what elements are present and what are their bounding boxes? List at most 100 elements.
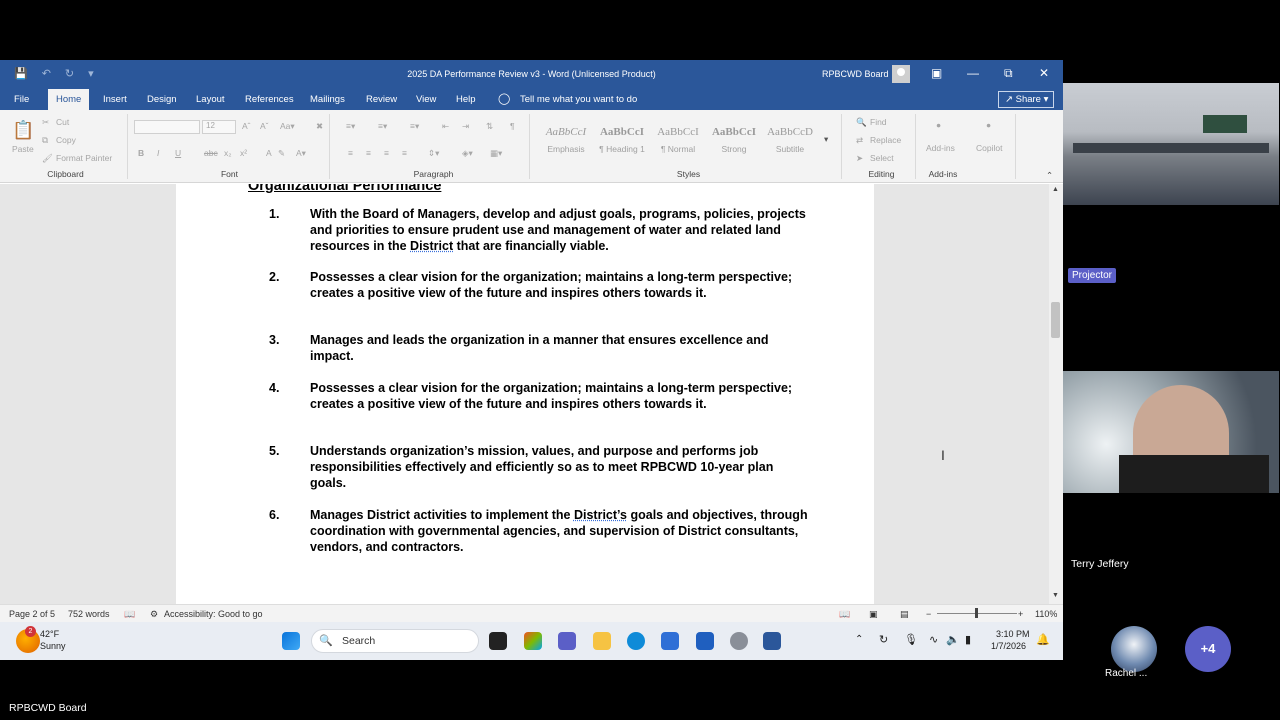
style-heading-1[interactable]: AaBbCcI ¶ Heading 1: [594, 122, 650, 162]
battery-icon[interactable]: ▮: [965, 633, 971, 646]
style-strong[interactable]: AaBbCcI Strong: [706, 122, 762, 162]
decrease-indent-icon[interactable]: ⇤: [442, 121, 449, 132]
proofing-icon[interactable]: 📖: [124, 609, 135, 620]
bold-icon[interactable]: B: [138, 148, 144, 158]
show-marks-icon[interactable]: ¶: [510, 121, 515, 131]
style-subtitle[interactable]: AaBbCcD Subtitle: [762, 122, 818, 162]
align-left-icon[interactable]: ≡: [348, 148, 353, 158]
file-explorer-icon[interactable]: [593, 632, 611, 650]
participant-avatar[interactable]: [1111, 626, 1157, 672]
zoom-slider-thumb[interactable]: [975, 608, 978, 618]
tab-view[interactable]: View: [416, 94, 436, 105]
superscript-icon[interactable]: x²: [240, 148, 247, 158]
accessibility-status[interactable]: Accessibility: Good to go: [164, 609, 263, 619]
edge-icon[interactable]: [627, 632, 645, 650]
zoom-out-icon[interactable]: −: [926, 609, 931, 619]
clock-date[interactable]: 1/7/2026: [991, 641, 1026, 651]
shading-icon[interactable]: ◈▾: [462, 148, 473, 159]
styles-more-icon[interactable]: ▾: [824, 134, 828, 145]
numbering-icon[interactable]: ≡▾: [378, 121, 387, 132]
notifications-icon[interactable]: 🔔: [1036, 633, 1050, 646]
cut-button[interactable]: Cut: [56, 117, 69, 127]
web-layout-icon[interactable]: ▤: [900, 609, 909, 620]
copilot-app-icon[interactable]: [524, 632, 542, 650]
store-icon[interactable]: [661, 632, 679, 650]
read-mode-icon[interactable]: 📖: [839, 609, 850, 620]
tab-home[interactable]: Home: [48, 89, 90, 110]
paste-icon[interactable]: 📋: [12, 120, 34, 141]
paste-button[interactable]: Paste: [12, 144, 34, 154]
scroll-thumb[interactable]: [1051, 302, 1060, 338]
restore-icon[interactable]: ⧉: [1004, 66, 1013, 81]
collapse-ribbon-icon[interactable]: ⌃: [1046, 170, 1053, 181]
document-area[interactable]: Organizational Performance 1. With the B…: [0, 184, 1049, 604]
print-layout-icon[interactable]: ▣: [869, 609, 878, 620]
whiteboard-icon[interactable]: [696, 632, 714, 650]
clock-time[interactable]: 3:10 PM: [996, 629, 1030, 639]
tab-insert[interactable]: Insert: [103, 94, 127, 105]
scroll-down-icon[interactable]: ▼: [1052, 592, 1059, 599]
weather-desc[interactable]: Sunny: [40, 641, 66, 651]
microphone-muted-icon[interactable]: 🎙: [904, 633, 918, 646]
chevron-up-icon[interactable]: ⌃: [855, 634, 863, 645]
speaker-icon[interactable]: 🔈: [946, 633, 960, 646]
justify-icon[interactable]: ≡: [402, 148, 407, 158]
teams-icon[interactable]: [558, 632, 576, 650]
task-view-icon[interactable]: [489, 632, 507, 650]
zoom-in-icon[interactable]: +: [1018, 609, 1023, 619]
find-icon[interactable]: 🔍: [856, 117, 867, 128]
video-tile-terry[interactable]: [1063, 371, 1279, 493]
close-icon[interactable]: ✕: [1039, 66, 1049, 80]
minimize-icon[interactable]: —: [967, 66, 979, 80]
tab-help[interactable]: Help: [456, 94, 476, 105]
word-count[interactable]: 752 words: [68, 609, 110, 619]
more-participants-button[interactable]: +4: [1185, 626, 1231, 672]
borders-icon[interactable]: ▦▾: [490, 148, 502, 159]
tab-file[interactable]: File: [14, 94, 29, 105]
tab-review[interactable]: Review: [366, 94, 397, 105]
word-app-icon[interactable]: [763, 632, 781, 650]
tab-mailings[interactable]: Mailings: [310, 94, 345, 105]
settings-icon[interactable]: [730, 632, 748, 650]
underline-icon[interactable]: U: [175, 148, 181, 158]
copilot-icon[interactable]: ●: [986, 120, 991, 130]
text-effects-icon[interactable]: A: [266, 148, 272, 158]
font-color-icon[interactable]: A▾: [296, 148, 306, 159]
vertical-scrollbar[interactable]: ▲ ▼: [1049, 184, 1063, 604]
tell-me-search[interactable]: Tell me what you want to do: [520, 94, 637, 105]
scroll-up-icon[interactable]: ▲: [1052, 186, 1059, 193]
video-tile-projector[interactable]: [1063, 83, 1279, 205]
ribbon-display-icon[interactable]: ▣: [931, 66, 942, 80]
copy-button[interactable]: Copy: [56, 135, 76, 145]
highlight-icon[interactable]: ✎: [278, 148, 285, 159]
strikethrough-icon[interactable]: abc: [204, 148, 218, 158]
style-emphasis[interactable]: AaBbCcI Emphasis: [538, 122, 594, 162]
page-count[interactable]: Page 2 of 5: [9, 609, 55, 619]
shrink-font-icon[interactable]: Aˇ: [260, 121, 269, 131]
addins-icon[interactable]: ●: [936, 120, 941, 130]
font-size-box[interactable]: 12: [202, 120, 236, 134]
select-button[interactable]: Select: [870, 153, 894, 163]
tab-design[interactable]: Design: [147, 94, 177, 105]
change-case-icon[interactable]: Aa▾: [280, 121, 295, 132]
tab-layout[interactable]: Layout: [196, 94, 225, 105]
line-spacing-icon[interactable]: ⇕▾: [428, 148, 439, 159]
account-avatar[interactable]: [892, 65, 910, 83]
copy-icon[interactable]: ⧉: [42, 135, 48, 146]
format-painter-button[interactable]: Format Painter: [56, 153, 112, 163]
format-painter-icon[interactable]: 🖌: [42, 153, 53, 164]
italic-icon[interactable]: I: [157, 148, 159, 158]
account-name[interactable]: RPBCWD Board: [822, 69, 889, 79]
tab-references[interactable]: References: [245, 94, 294, 105]
wifi-icon[interactable]: ∿: [929, 633, 938, 646]
flagged-word[interactable]: District: [410, 239, 453, 253]
taskbar-search[interactable]: Search: [311, 629, 479, 653]
replace-icon[interactable]: ⇄: [856, 135, 863, 146]
weather-temp[interactable]: 42°F: [40, 629, 59, 639]
clear-format-icon[interactable]: ✖: [316, 121, 323, 132]
cut-icon[interactable]: ✂: [42, 117, 49, 128]
grow-font-icon[interactable]: Aˆ: [242, 121, 251, 131]
document-page[interactable]: Organizational Performance 1. With the B…: [176, 184, 874, 604]
addins-button[interactable]: Add-ins: [926, 143, 955, 153]
flagged-word[interactable]: District’s: [574, 508, 627, 522]
